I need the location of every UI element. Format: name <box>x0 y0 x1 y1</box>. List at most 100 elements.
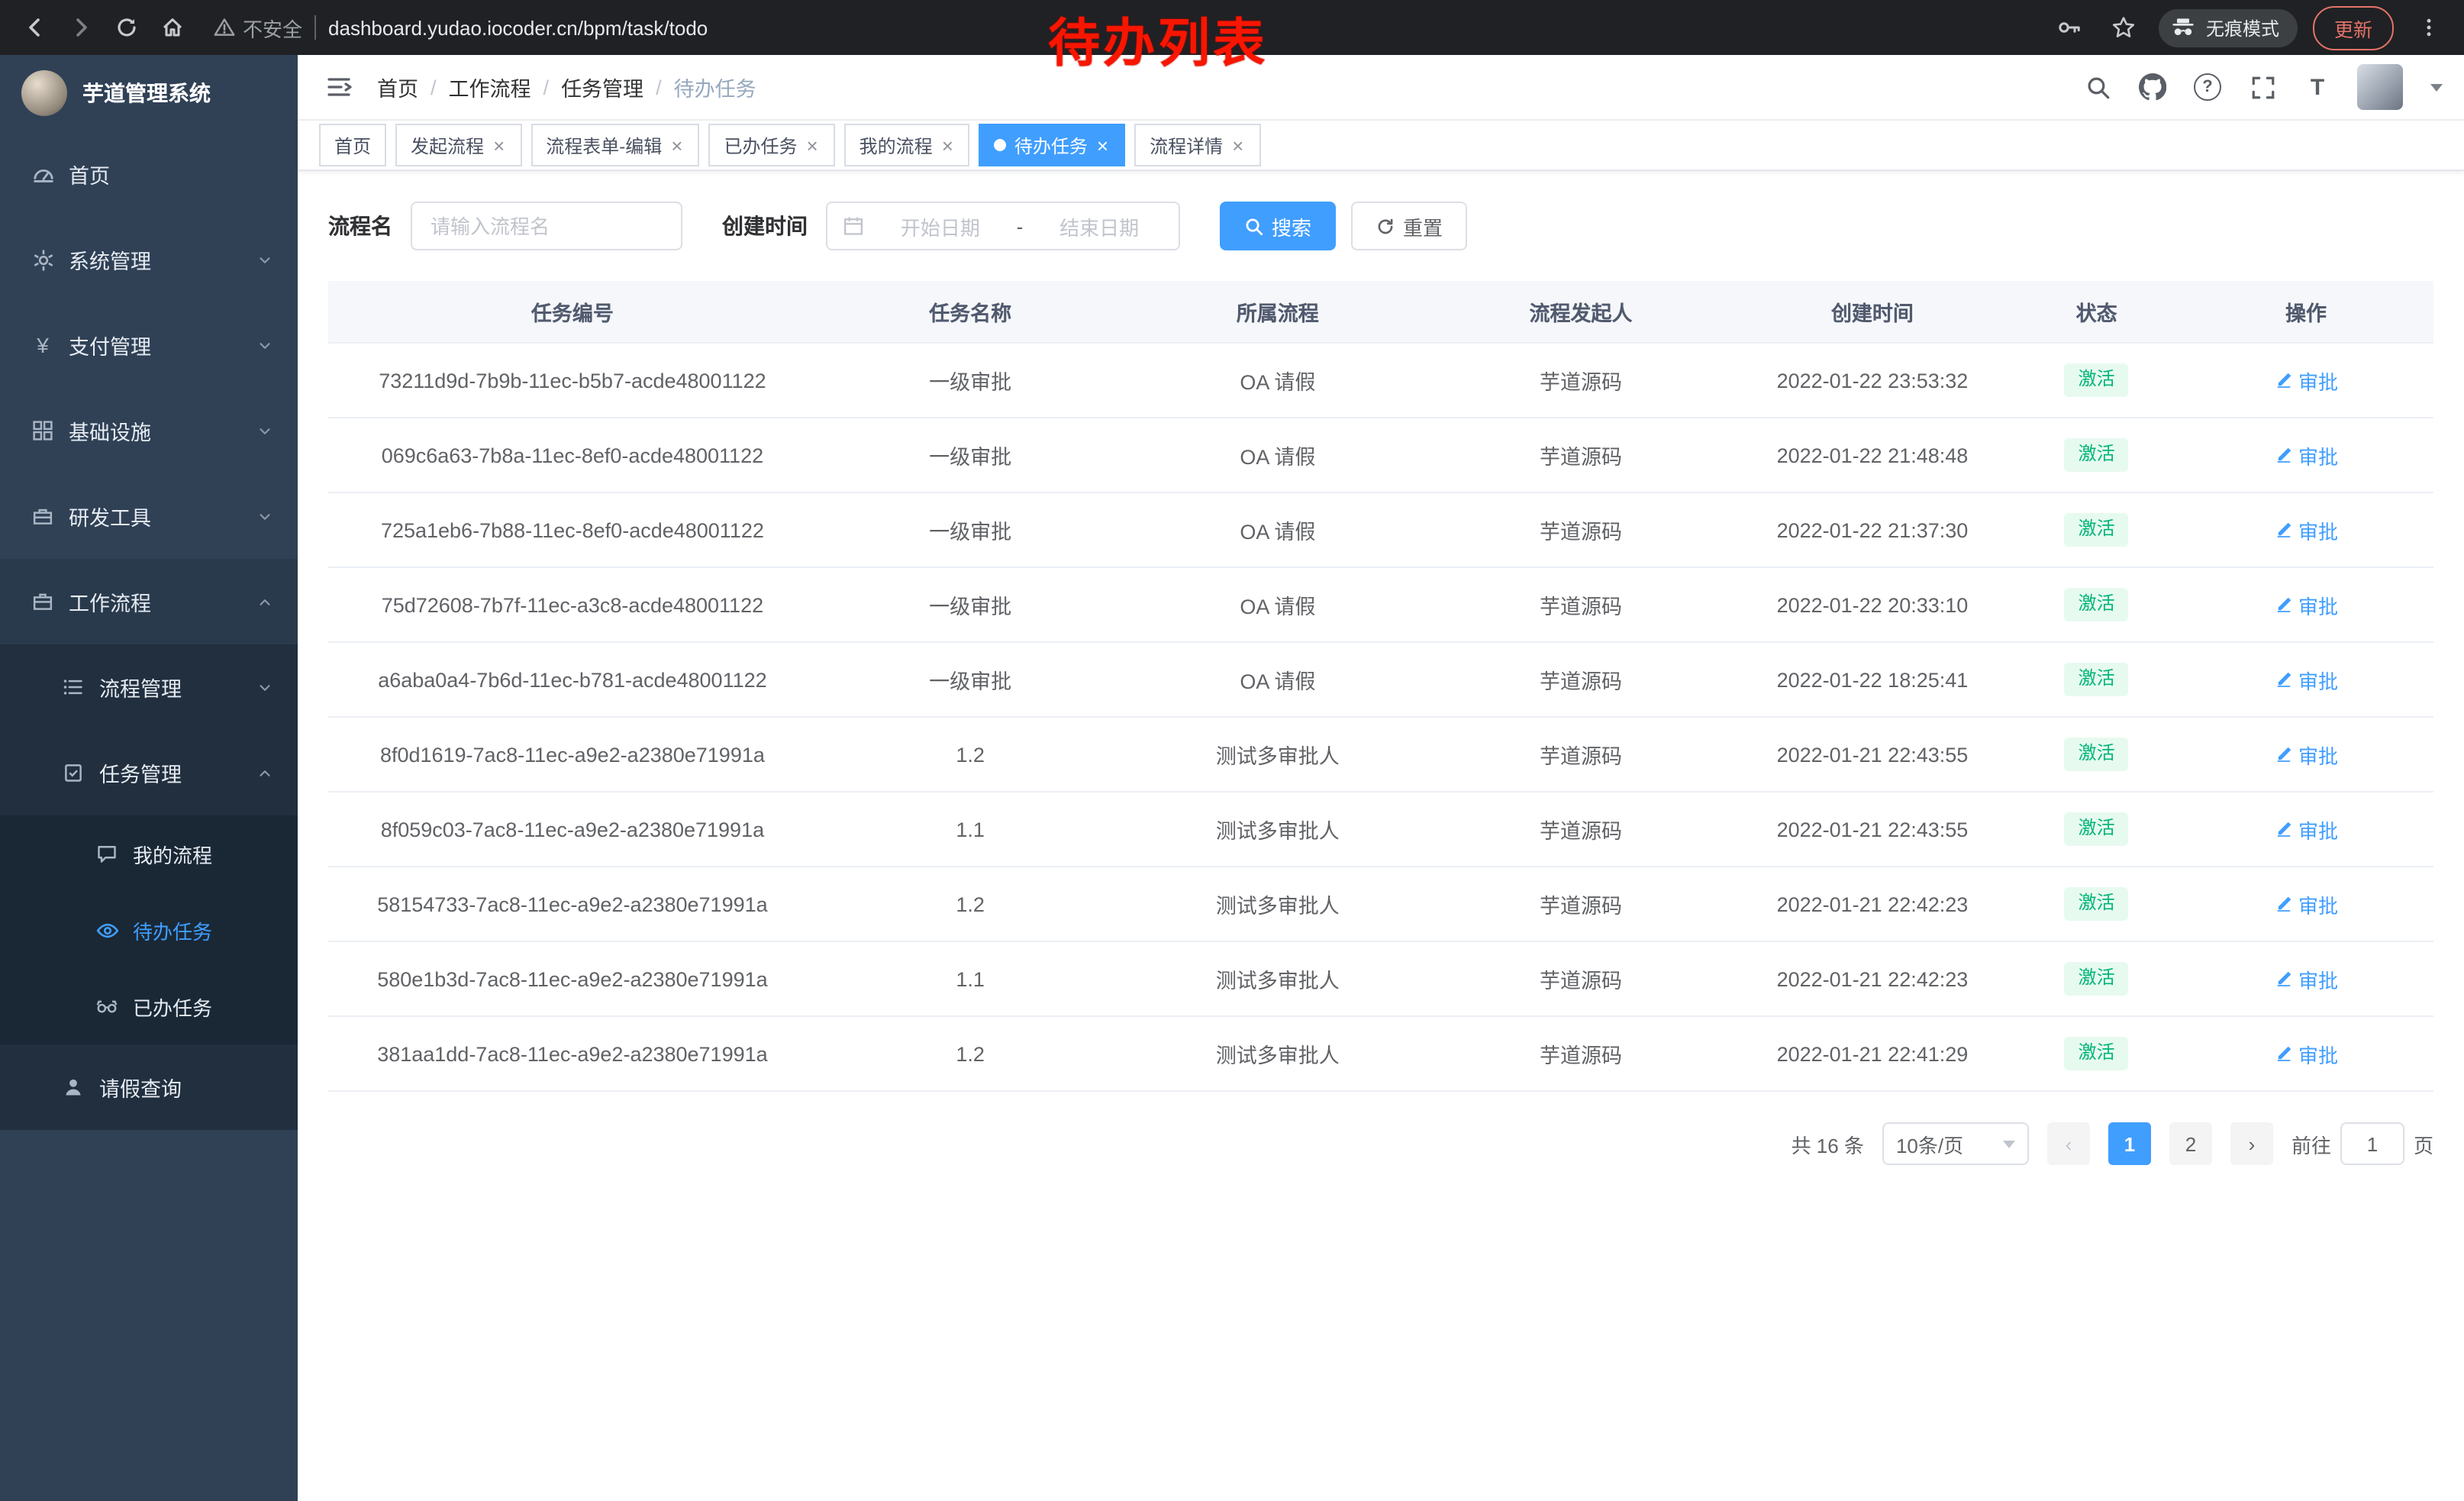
browser-menu-icon[interactable] <box>2409 8 2449 47</box>
task-name-cell: 1.1 <box>817 818 1124 841</box>
sidebar-toggle-icon[interactable] <box>319 67 359 107</box>
create-time-cell: 2022-01-22 23:53:32 <box>1730 369 2014 392</box>
sidebar-item-workflow[interactable]: 工作流程 <box>0 559 298 644</box>
browser-back-icon[interactable] <box>15 8 55 47</box>
sidebar-item-payment[interactable]: ¥ 支付管理 <box>0 302 298 388</box>
next-page-button[interactable]: › <box>2230 1122 2273 1165</box>
date-range-picker[interactable]: 开始日期 - 结束日期 <box>826 202 1180 250</box>
close-icon[interactable]: × <box>492 135 506 155</box>
approve-link[interactable]: 审批 <box>2274 889 2338 918</box>
sidebar-item-home[interactable]: 首页 <box>0 131 298 217</box>
action-cell: 审批 <box>2179 815 2433 844</box>
breadcrumb-task-management[interactable]: 任务管理 <box>561 72 643 102</box>
sidebar-item-devtools[interactable]: 研发工具 <box>0 473 298 559</box>
reset-button[interactable]: 重置 <box>1351 202 1467 250</box>
tab-process-detail[interactable]: 流程详情 × <box>1134 124 1260 166</box>
close-icon[interactable]: × <box>805 135 819 155</box>
task-name-cell: 1.1 <box>817 967 1124 990</box>
close-icon[interactable]: × <box>1230 135 1245 155</box>
prev-page-button[interactable]: ‹ <box>2047 1122 2090 1165</box>
close-icon[interactable]: × <box>1095 135 1110 155</box>
todo-task-table: 任务编号 任务名称 所属流程 流程发起人 创建时间 状态 操作 73211d9d… <box>328 281 2433 1092</box>
status-badge: 激活 <box>2065 812 2129 845</box>
sidebar-item-system[interactable]: 系统管理 <box>0 217 298 302</box>
url-text[interactable]: dashboard.yudao.iocoder.cn/bpm/task/todo <box>328 16 708 39</box>
user-icon <box>61 1075 85 1099</box>
page-content: 流程名 创建时间 开始日期 - 结束日期 搜索 重 <box>298 171 2464 1501</box>
eye-icon <box>95 918 119 942</box>
avatar-caret-icon[interactable] <box>2430 83 2443 91</box>
tab-done-tasks[interactable]: 已办任务 × <box>708 124 834 166</box>
browser-home-icon[interactable] <box>153 8 192 47</box>
approve-link[interactable]: 审批 <box>2274 441 2338 470</box>
user-avatar[interactable] <box>2357 64 2403 110</box>
tab-start-process[interactable]: 发起流程 × <box>395 124 521 166</box>
create-time-cell: 2022-01-21 22:41:29 <box>1730 1042 2014 1065</box>
process-name-input[interactable] <box>411 202 682 250</box>
sidebar-item-process-management[interactable]: 流程管理 <box>0 644 298 730</box>
approve-link[interactable]: 审批 <box>2274 964 2338 993</box>
tab-todo-tasks[interactable]: 待办任务 × <box>979 124 1125 166</box>
update-button[interactable]: 更新 <box>2313 5 2394 50</box>
password-key-icon[interactable] <box>2049 8 2088 47</box>
edit-icon <box>2274 745 2292 763</box>
goto-label: 前往 <box>2291 1129 2331 1158</box>
status-cell: 激活 <box>2014 438 2179 471</box>
sidebar: 芋道管理系统 首页 系统管理 ¥ <box>0 55 298 1501</box>
browser-reload-icon[interactable] <box>107 8 147 47</box>
sidebar-item-infrastructure[interactable]: 基础设施 <box>0 388 298 473</box>
page-button-1[interactable]: 1 <box>2108 1122 2151 1165</box>
status-badge: 激活 <box>2065 588 2129 621</box>
table-row: 8f059c03-7ac8-11ec-a9e2-a2380e71991a 1.1… <box>328 792 2433 867</box>
gear-icon <box>31 247 55 272</box>
status-cell: 激活 <box>2014 962 2179 995</box>
initiator-cell: 芋道源码 <box>1431 739 1730 770</box>
approve-link[interactable]: 审批 <box>2274 815 2338 844</box>
approve-link[interactable]: 审批 <box>2274 515 2338 544</box>
approve-link[interactable]: 审批 <box>2274 665 2338 694</box>
action-cell: 审批 <box>2179 441 2433 470</box>
status-cell: 激活 <box>2014 363 2179 396</box>
approve-link[interactable]: 审批 <box>2274 590 2338 619</box>
tab-my-process[interactable]: 我的流程 × <box>844 124 970 166</box>
process-cell: OA 请假 <box>1124 440 1432 470</box>
status-cell: 激活 <box>2014 887 2179 920</box>
approve-link[interactable]: 审批 <box>2274 1039 2338 1068</box>
table-row: 75d72608-7b7f-11ec-a3c8-acde48001122 一级审… <box>328 568 2433 643</box>
close-icon[interactable]: × <box>940 135 955 155</box>
close-icon[interactable]: × <box>669 135 684 155</box>
sidebar-item-done-tasks[interactable]: 已办任务 <box>0 968 298 1044</box>
sidebar-item-my-process[interactable]: 我的流程 <box>0 815 298 892</box>
breadcrumb-workflow[interactable]: 工作流程 <box>449 72 531 102</box>
initiator-cell: 芋道源码 <box>1431 664 1730 695</box>
goto-page-input[interactable] <box>2340 1122 2404 1165</box>
approve-link[interactable]: 审批 <box>2274 740 2338 769</box>
incognito-label: 无痕模式 <box>2206 15 2279 40</box>
address-divider <box>314 15 316 40</box>
sidebar-item-todo-tasks[interactable]: 待办任务 <box>0 892 298 968</box>
address-bar[interactable]: 不安全 dashboard.yudao.iocoder.cn/bpm/task/… <box>198 6 2043 49</box>
task-id-cell: 580e1b3d-7ac8-11ec-a9e2-a2380e71991a <box>328 967 817 990</box>
approve-link[interactable]: 审批 <box>2274 366 2338 395</box>
sidebar-item-leave-query[interactable]: 请假查询 <box>0 1044 298 1130</box>
status-badge: 激活 <box>2065 363 2129 396</box>
breadcrumb-home[interactable]: 首页 <box>377 72 418 102</box>
bookmark-star-icon[interactable] <box>2104 8 2143 47</box>
search-icon[interactable] <box>2082 72 2113 102</box>
not-secure-indicator[interactable]: 不安全 <box>214 13 302 42</box>
page-size-select[interactable]: 10条/页 <box>1882 1122 2029 1165</box>
yen-icon: ¥ <box>31 333 55 357</box>
sidebar-item-task-management[interactable]: 任务管理 <box>0 730 298 815</box>
page-button-2[interactable]: 2 <box>2169 1122 2212 1165</box>
github-icon[interactable] <box>2137 72 2168 102</box>
help-icon[interactable]: ? <box>2192 72 2223 102</box>
fullscreen-icon[interactable] <box>2247 72 2278 102</box>
app-logo-row[interactable]: 芋道管理系统 <box>0 55 298 131</box>
search-button[interactable]: 搜索 <box>1220 202 1336 250</box>
font-size-icon[interactable]: T <box>2302 72 2333 102</box>
tab-home[interactable]: 首页 <box>319 124 386 166</box>
task-name-cell: 一级审批 <box>817 589 1124 620</box>
browser-forward-icon[interactable] <box>61 8 101 47</box>
tab-process-form-edit[interactable]: 流程表单-编辑 × <box>531 124 699 166</box>
task-id-cell: 8f059c03-7ac8-11ec-a9e2-a2380e71991a <box>328 818 817 841</box>
